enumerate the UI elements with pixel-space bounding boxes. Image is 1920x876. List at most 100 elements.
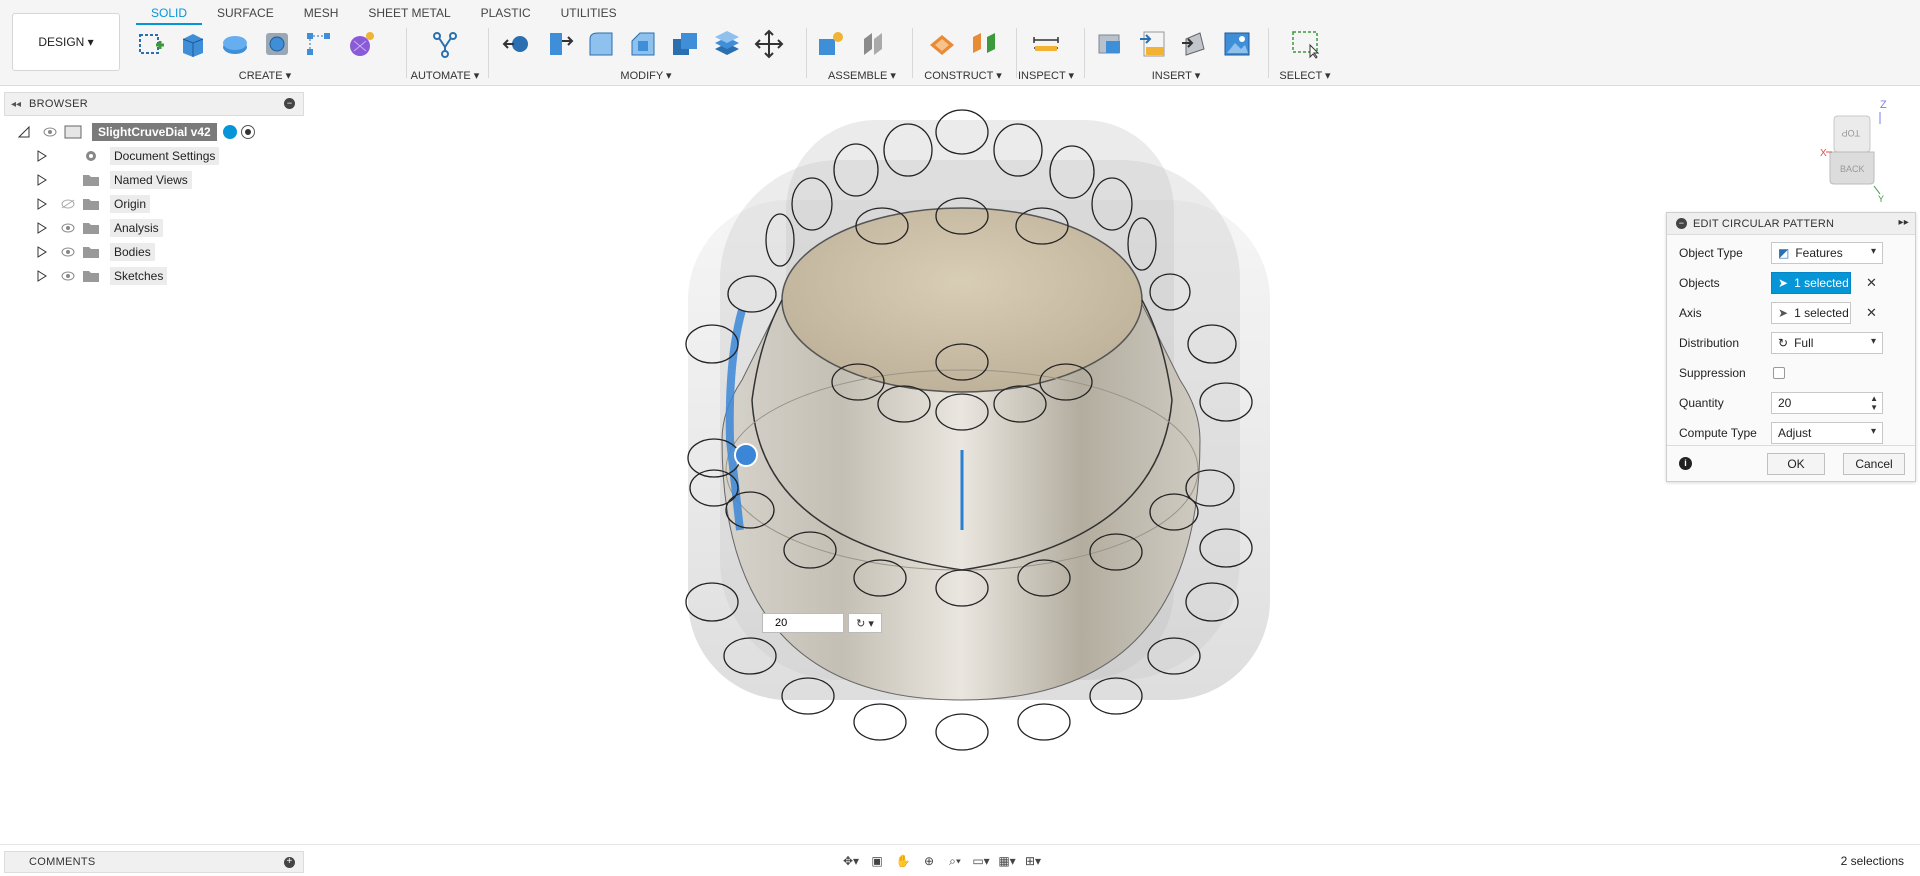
stepper-arrows-icon[interactable]: ▲ ▼ [1870,394,1878,412]
offset-plane-icon[interactable] [925,27,959,61]
create-sketch-icon[interactable] [134,27,168,61]
browser-item-sketches[interactable]: Sketches [18,264,255,288]
chamfer-icon[interactable] [626,27,660,61]
insert-mesh-icon[interactable] [1178,27,1212,61]
expand-triangle-icon[interactable] [36,150,48,162]
back-face-label[interactable]: BACK [1840,164,1865,174]
axis-selector[interactable]: ➤ 1 selected [1771,302,1851,324]
browser-item-document-settings[interactable]: Document Settings [18,144,255,168]
dialog-header[interactable]: − EDIT CIRCULAR PATTERN ▸▸ [1667,213,1915,235]
construct-menu[interactable]: CONSTRUCT ▾ [914,69,1012,82]
tab-sheet-metal[interactable]: SHEET METAL [353,3,465,25]
construct-group: CONSTRUCT ▾ [914,26,1012,82]
pattern-manipulator-handle[interactable] [734,443,758,467]
object-type-select[interactable]: ◩ Features [1771,242,1883,264]
combine-icon[interactable] [710,27,744,61]
measure-icon[interactable] [1029,27,1063,61]
tab-plastic[interactable]: PLASTIC [466,3,546,25]
new-component-icon[interactable] [814,27,848,61]
fillet-push-icon[interactable] [542,27,576,61]
press-pull-icon[interactable] [500,27,534,61]
browser-root[interactable]: SlightCruveDial v42 [18,120,255,144]
ok-button[interactable]: OK [1767,453,1825,475]
canvas-viewport[interactable] [0,86,1920,844]
viewports-icon[interactable]: ⊞▾ [1022,851,1044,871]
insert-derive-icon[interactable] [1094,27,1128,61]
tab-surface[interactable]: SURFACE [202,3,289,25]
top-face-label[interactable]: TOP [1842,128,1860,138]
radio-target-icon[interactable] [240,125,255,139]
distribution-dropdown-icon[interactable]: ↻ ▾ [848,613,882,633]
look-at-icon[interactable]: ▣ [866,851,888,871]
tab-utilities[interactable]: UTILITIES [546,3,632,25]
automate-menu[interactable]: AUTOMATE ▾ [408,69,482,82]
distribution-select[interactable]: ↻ Full [1771,332,1883,354]
hole-icon[interactable] [260,27,294,61]
assemble-menu[interactable]: ASSEMBLE ▾ [814,69,910,82]
pattern-icon[interactable] [302,27,336,61]
tab-solid[interactable]: SOLID [136,3,203,25]
shell-icon[interactable] [668,27,702,61]
create-menu[interactable]: CREATE ▾ [134,69,396,82]
tab-mesh[interactable]: MESH [289,3,354,25]
display-settings-icon[interactable]: ▭▾ [970,851,992,871]
info-icon[interactable]: i [1679,457,1692,470]
select-icon[interactable] [1288,27,1322,61]
automate-icon[interactable] [428,27,462,61]
expand-triangle-icon[interactable] [36,174,48,186]
workspace-switcher[interactable]: DESIGN ▾ [12,13,120,71]
insert-svg-icon[interactable] [1136,27,1170,61]
quantity-stepper[interactable]: 20 ▲ ▼ [1771,392,1883,414]
modify-menu[interactable]: MODIFY ▾ [500,69,792,82]
expand-triangle-icon[interactable] [36,198,48,210]
zoom-window-icon[interactable]: ⌕▾ [944,851,966,871]
expand-dialog-icon[interactable]: ▸▸ [1899,217,1909,228]
view-cube[interactable]: Z TOP BACK X Y [1814,96,1904,204]
expand-triangle-icon[interactable] [36,246,48,258]
eye-icon[interactable] [42,126,58,138]
root-component-label[interactable]: SlightCruveDial v42 [92,123,217,141]
activate-icon[interactable] [222,125,237,139]
joint-icon[interactable] [856,27,890,61]
pan-icon[interactable]: ✋ [892,851,914,871]
browser-title: BROWSER [29,98,88,110]
selection-status: 2 selections [1840,854,1904,868]
objects-selector[interactable]: ➤ 1 selected [1771,272,1851,294]
comments-panel[interactable]: COMMENTS + [4,851,304,873]
expand-triangle-icon[interactable] [36,270,48,282]
insert-canvas-icon[interactable] [1220,27,1254,61]
collapse-triangle-icon[interactable] [18,126,30,138]
clear-axis-button[interactable]: ✕ [1866,305,1877,321]
select-menu[interactable]: SELECT ▾ [1270,69,1340,82]
browser-item-analysis[interactable]: Analysis [18,216,255,240]
revolve-icon[interactable] [218,27,252,61]
collapse-browser-icon[interactable]: ◂◂ [11,99,21,110]
collapse-dialog-icon[interactable]: − [1676,218,1687,229]
grid-settings-icon[interactable]: ▦▾ [996,851,1018,871]
eye-icon[interactable] [60,270,76,282]
orbit-icon[interactable]: ✥▾ [840,851,862,871]
midplane-icon[interactable] [967,27,1001,61]
compute-type-select[interactable]: Adjust [1771,422,1883,444]
browser-panel-header[interactable]: ◂◂ BROWSER − [4,92,304,116]
inspect-menu[interactable]: INSPECT ▾ [1018,69,1074,82]
eye-hidden-icon[interactable] [60,198,76,210]
browser-item-named-views[interactable]: Named Views [18,168,255,192]
move-copy-icon[interactable] [752,27,786,61]
eye-icon[interactable] [60,246,76,258]
extrude-icon[interactable] [176,27,210,61]
insert-menu[interactable]: INSERT ▾ [1094,69,1258,82]
add-comment-icon[interactable]: + [284,857,295,868]
suppression-checkbox[interactable] [1773,367,1785,379]
browser-minimize-icon[interactable]: − [284,98,295,109]
cancel-button[interactable]: Cancel [1843,453,1905,475]
browser-item-origin[interactable]: Origin [18,192,255,216]
eye-icon[interactable] [60,222,76,234]
canvas-quantity-input[interactable] [762,613,844,633]
create-form-icon[interactable] [344,27,378,61]
expand-triangle-icon[interactable] [36,222,48,234]
zoom-icon[interactable]: ⊕ [918,851,940,871]
browser-item-bodies[interactable]: Bodies [18,240,255,264]
clear-objects-button[interactable]: ✕ [1866,275,1877,291]
fillet-icon[interactable] [584,27,618,61]
